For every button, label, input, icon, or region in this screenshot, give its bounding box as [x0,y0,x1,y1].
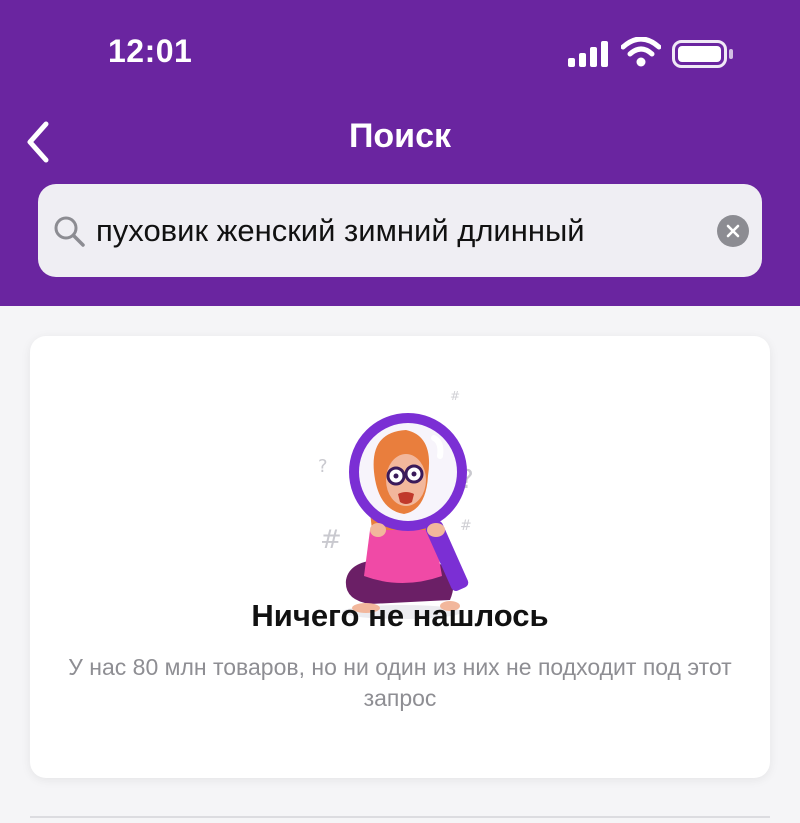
svg-text:#: # [450,389,460,403]
search-input[interactable] [96,184,696,277]
empty-state-card: ? ? # # # Ничего не нашлось У нас 80 млн [30,336,770,778]
wifi-icon [621,37,661,67]
battery-icon [672,40,733,68]
empty-state-description: У нас 80 млн товаров, но ни один из них … [68,654,732,711]
signal-icon [568,41,608,67]
search-icon [54,216,85,247]
clear-search-button[interactable] [717,215,749,247]
status-time: 12:01 [108,33,193,69]
search-bar[interactable] [38,184,762,277]
page-title: Поиск [348,117,452,155]
woman-with-magnifier-illustration: ? ? # # # [318,389,474,619]
app-header: 12:01 Поиск [0,0,800,306]
empty-state-title: Ничего не нашлось [251,598,549,633]
svg-text:#: # [320,525,342,555]
divider [30,816,770,818]
svg-text:?: ? [318,456,328,477]
svg-text:#: # [460,518,472,534]
clear-icon [726,224,740,238]
